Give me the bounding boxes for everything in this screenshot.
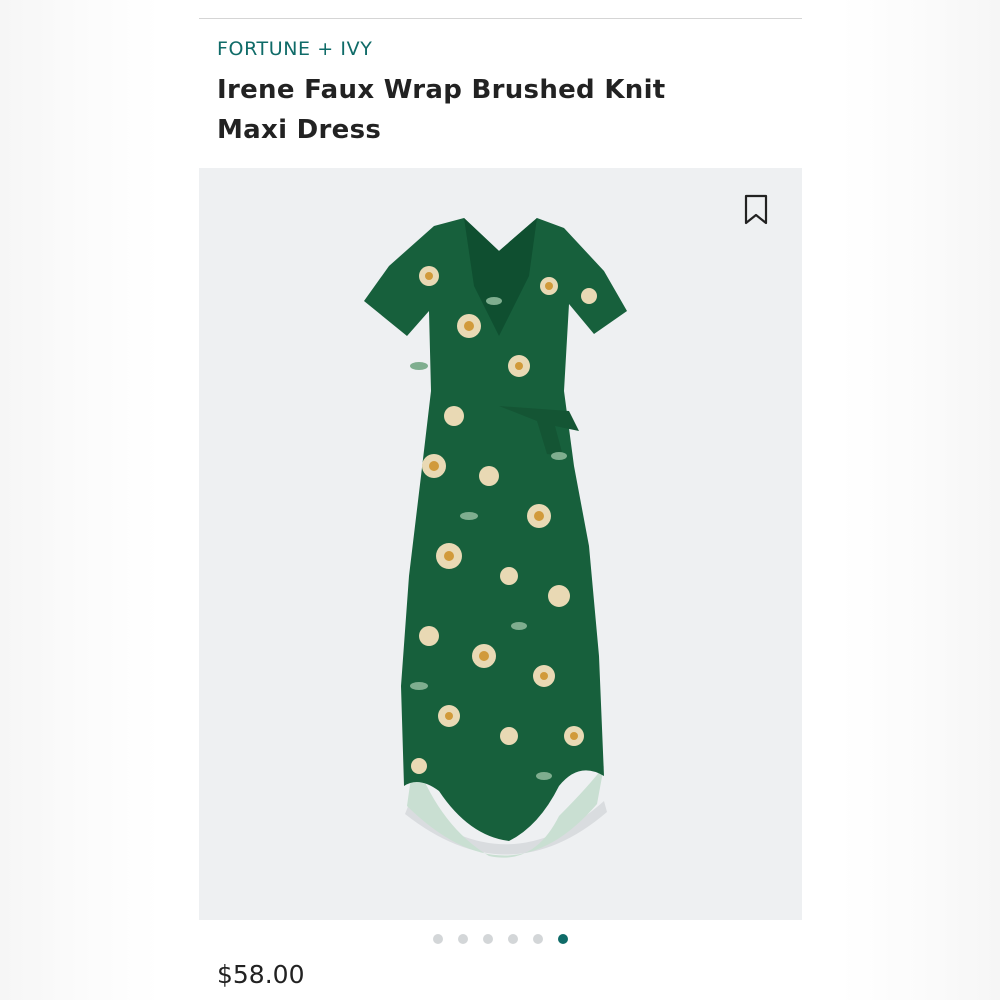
carousel-dot[interactable] <box>533 934 543 944</box>
carousel-dot[interactable] <box>483 934 493 944</box>
product-screen: FORTUNE + IVY Irene Faux Wrap Brushed Kn… <box>199 0 802 1000</box>
carousel-dot[interactable] <box>508 934 518 944</box>
brand-name[interactable]: FORTUNE + IVY <box>217 38 372 60</box>
product-image <box>364 218 627 858</box>
product-image-carousel[interactable] <box>199 168 802 920</box>
bookmark-icon[interactable] <box>743 194 769 226</box>
carousel-dots <box>199 934 802 948</box>
top-strip <box>199 0 802 19</box>
carousel-dot-active[interactable] <box>558 934 568 944</box>
product-title: Irene Faux Wrap Brushed Knit Maxi Dress <box>217 75 666 145</box>
carousel-dot[interactable] <box>458 934 468 944</box>
carousel-dot[interactable] <box>433 934 443 944</box>
product-price: $58.00 <box>217 960 305 989</box>
